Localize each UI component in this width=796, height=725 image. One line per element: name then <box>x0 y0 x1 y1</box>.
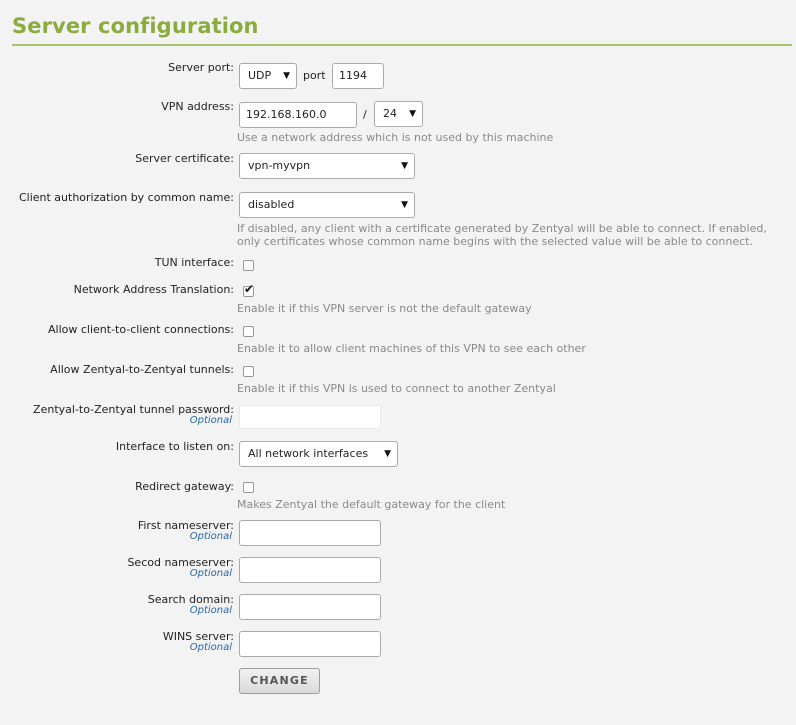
protocol-select-value: UDP <box>248 69 272 82</box>
chevron-down-icon: ▼ <box>384 449 391 459</box>
second-nameserver-input[interactable] <box>239 557 381 583</box>
redirect-gateway-label: Redirect gateway: <box>135 480 234 493</box>
second-nameserver-optional: Optional <box>189 568 232 579</box>
client-to-client-label: Allow client-to-client connections: <box>47 323 234 336</box>
vpn-address-label: VPN address: <box>161 100 234 113</box>
server-port-label: Server port: <box>168 61 234 74</box>
zentyal-tunnels-help: Enable it if this VPN is used to connect… <box>237 382 556 395</box>
listen-interface-value: All network interfaces <box>248 447 369 460</box>
client-auth-value: disabled <box>248 198 295 211</box>
server-certificate-label: Server certificate: <box>135 152 234 165</box>
port-label: port <box>303 69 326 82</box>
tun-interface-label: TUN interface: <box>154 256 234 269</box>
client-auth-help-line2: only certificates whose common name begi… <box>237 235 753 248</box>
client-auth-help-line1: If disabled, any client with a certifica… <box>237 222 767 235</box>
chevron-down-icon: ▼ <box>401 200 408 210</box>
chevron-down-icon: ▼ <box>283 71 290 81</box>
listen-interface-label: Interface to listen on: <box>115 440 234 453</box>
chevron-down-icon: ▼ <box>401 161 408 171</box>
wins-server-optional: Optional <box>189 642 232 653</box>
client-auth-label: Client authorization by common name: <box>18 191 234 204</box>
first-nameserver-input[interactable] <box>239 520 381 546</box>
nat-label: Network Address Translation: <box>73 283 234 296</box>
port-input[interactable]: 1194 <box>332 63 384 89</box>
redirect-gateway-checkbox[interactable] <box>243 482 254 493</box>
netmask-select[interactable]: 24 ▼ <box>374 101 423 127</box>
client-auth-select[interactable]: disabled ▼ <box>239 192 415 218</box>
chevron-down-icon: ▼ <box>409 109 416 119</box>
page-title: Server configuration <box>12 14 259 38</box>
tunnel-password-input[interactable] <box>239 405 381 429</box>
zentyal-tunnels-label: Allow Zentyal-to-Zentyal tunnels: <box>50 363 234 376</box>
search-domain-input[interactable] <box>239 594 381 620</box>
netmask-separator: / <box>363 108 367 121</box>
redirect-gateway-help: Makes Zentyal the default gateway for th… <box>237 498 506 511</box>
zentyal-tunnels-checkbox[interactable] <box>243 366 254 377</box>
listen-interface-select[interactable]: All network interfaces ▼ <box>239 441 398 467</box>
change-button[interactable]: CHANGE <box>239 668 320 694</box>
netmask-select-value: 24 <box>383 107 397 120</box>
nat-checkbox[interactable]: ✔ <box>243 282 254 297</box>
server-configuration-page: Server configuration Server port: UDP ▼ … <box>0 0 796 725</box>
first-nameserver-optional: Optional <box>189 531 232 542</box>
server-certificate-value: vpn-myvpn <box>248 159 311 172</box>
client-to-client-help: Enable it to allow client machines of th… <box>237 342 586 355</box>
vpn-address-input[interactable]: 192.168.160.0 <box>239 102 357 128</box>
client-to-client-checkbox[interactable] <box>243 326 254 337</box>
vpn-address-help: Use a network address which is not used … <box>237 131 554 144</box>
tunnel-password-optional: Optional <box>189 415 232 426</box>
tun-interface-checkbox[interactable] <box>243 260 254 271</box>
nat-help: Enable it if this VPN server is not the … <box>237 302 532 315</box>
title-divider <box>12 44 792 46</box>
protocol-select[interactable]: UDP ▼ <box>239 63 297 89</box>
wins-server-input[interactable] <box>239 631 381 657</box>
checkmark-icon: ✔ <box>244 282 255 296</box>
search-domain-optional: Optional <box>189 605 232 616</box>
server-certificate-select[interactable]: vpn-myvpn ▼ <box>239 153 415 179</box>
